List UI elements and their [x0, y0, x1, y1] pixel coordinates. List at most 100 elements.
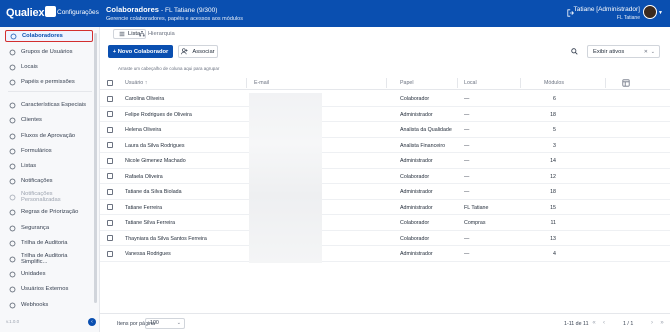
- row-checkbox[interactable]: [107, 142, 113, 148]
- column-divider[interactable]: [605, 78, 606, 88]
- sidebar-item-papeis-e-permissoes[interactable]: Papéis e permissões: [5, 76, 93, 88]
- collapse-sidebar-button[interactable]: ‹: [88, 318, 96, 326]
- cell-user: Helena Oliveira: [125, 127, 162, 133]
- sidebar-item-grupos-de-usuarios[interactable]: Grupos de Usuários: [5, 46, 93, 58]
- row-checkbox[interactable]: [107, 157, 113, 164]
- cell-role: Analista Financeiro: [400, 142, 446, 149]
- sidebar-item-formularios[interactable]: Formulários: [5, 145, 93, 157]
- sidebar-item-seguranca[interactable]: Segurança: [5, 222, 93, 234]
- sidebar-item-regras-de-priorizacao[interactable]: Regras de Priorização: [5, 206, 93, 218]
- row-checkbox[interactable]: [107, 188, 113, 195]
- brand-logo[interactable]: Qualiex: [6, 7, 45, 19]
- select-all-checkbox[interactable]: [107, 80, 113, 86]
- column-header-user[interactable]: Usuário ↑: [125, 80, 147, 86]
- associate-button[interactable]: Associar: [178, 45, 218, 58]
- cell-role: Colaborador: [400, 220, 430, 226]
- avatar[interactable]: [643, 5, 657, 19]
- table-header: Usuário ↑ E-mail Papel Local Módulos: [100, 76, 670, 90]
- table-row[interactable]: Vanessa Rodrigues Administrador — 4: [100, 246, 670, 262]
- table-row[interactable]: Tatiane Silva Ferreira Colaborador Compras…: [100, 215, 670, 231]
- table-row[interactable]: Thayniara da Silva Santos Ferreira Colabo…: [100, 231, 670, 246]
- status-filter-select[interactable]: Exibir ativos ✕ ⌄: [587, 45, 660, 58]
- email-column-redacted: [249, 93, 322, 263]
- table-row[interactable]: Felipe Rodrigues de Oliveira Administrado…: [100, 107, 670, 122]
- table-row[interactable]: Tatiane da Silva Biolada Administrador — 18: [100, 184, 670, 200]
- table-row[interactable]: Helena Oliveira Analista da Qualidade — 5: [100, 122, 670, 138]
- page-subtitle: Gerencie colaboradores, papéis e acessos…: [106, 16, 243, 22]
- cell-modules: 13: [550, 235, 556, 242]
- sidebar-item-label: Grupos de Usuários: [21, 49, 73, 55]
- cell-modules: 15: [550, 204, 556, 211]
- first-page-button[interactable]: «: [590, 318, 598, 329]
- sidebar-item-label: Colaboradores: [22, 33, 63, 39]
- page-title-count: - FL Tatiane (9/300): [161, 7, 218, 14]
- cell-role: Administrador: [400, 111, 433, 118]
- sidebar-item-listas[interactable]: Listas: [5, 160, 93, 172]
- chevron-down-icon[interactable]: ⌄: [651, 49, 655, 55]
- search-icon[interactable]: [571, 48, 578, 55]
- column-divider[interactable]: [457, 78, 458, 88]
- sidebar-item-caracteristicas-especiais[interactable]: Características Especiais: [5, 99, 93, 111]
- row-checkbox[interactable]: [107, 95, 113, 102]
- per-page-select[interactable]: 100 ⌄: [145, 318, 185, 329]
- cell-user: Laura da Silva Rodrigues: [125, 142, 185, 149]
- sidebar-item-clientes[interactable]: Clientes: [5, 114, 93, 126]
- cell-modules: 12: [550, 173, 556, 180]
- prev-page-button[interactable]: ‹: [600, 318, 608, 329]
- row-range: 1-11 de 11: [564, 321, 589, 327]
- external-user-icon: [9, 286, 16, 292]
- sidebar-item-label: Usuários Externos: [21, 286, 69, 292]
- row-checkbox[interactable]: [107, 204, 113, 210]
- row-checkbox[interactable]: [107, 111, 113, 117]
- column-header-modules[interactable]: Módulos: [544, 80, 564, 86]
- column-divider[interactable]: [520, 78, 521, 88]
- star-icon: [9, 102, 16, 108]
- cell-local: —: [464, 251, 470, 257]
- sidebar-scrollbar[interactable]: [94, 33, 97, 303]
- sidebar-item-usuarios-externos[interactable]: Usuários Externos: [5, 283, 93, 295]
- sidebar-item-locais[interactable]: Locais: [5, 61, 93, 73]
- row-checkbox[interactable]: [107, 250, 113, 257]
- cell-modules: 14: [550, 158, 556, 164]
- bell-cog-icon: [9, 194, 16, 200]
- sidebar-item-label: Listas: [21, 163, 37, 169]
- tab-hierarquia[interactable]: Hierarquia: [139, 29, 175, 39]
- new-collaborator-button[interactable]: + Novo Colaborador: [108, 45, 173, 58]
- column-header-local[interactable]: Local: [464, 80, 477, 86]
- sidebar-item-label: Notificações Personalizadas: [21, 191, 61, 203]
- table-row[interactable]: Rafaela Oliveira Colaborador — 12: [100, 169, 670, 184]
- sidebar-item-colaboradores[interactable]: Colaboradores: [5, 30, 93, 42]
- gear-logo-icon: [45, 6, 56, 17]
- clear-icon[interactable]: ✕: [644, 49, 648, 55]
- audit-icon: [9, 240, 16, 246]
- table-row[interactable]: Nicole Gimenez Machado Administrador — 14: [100, 153, 670, 169]
- sidebar-item-notificacoes[interactable]: Notificações: [5, 175, 93, 187]
- users-icon: [10, 33, 17, 39]
- cell-user: Tatiane Silva Ferreira: [125, 220, 176, 226]
- webhook-icon: [9, 302, 16, 308]
- sidebar-item-trilha-de-auditoria-simplific[interactable]: Trilha de Auditoria Simplific...: [5, 253, 93, 265]
- sidebar-item-fluxos-de-aprovacao[interactable]: Fluxos de Aprovação: [5, 130, 93, 142]
- row-checkbox[interactable]: [107, 173, 113, 179]
- row-checkbox[interactable]: [107, 235, 113, 241]
- chevron-down-icon[interactable]: ▼: [658, 10, 663, 16]
- column-divider[interactable]: [386, 78, 387, 88]
- table-row[interactable]: Tatiane Ferreira Administrador FL Tatiane 1…: [100, 200, 670, 215]
- columns-icon[interactable]: [622, 79, 630, 87]
- user-name: Tatiane [Administrador]: [573, 6, 640, 13]
- row-checkbox[interactable]: [107, 126, 113, 133]
- building-icon: [9, 271, 16, 277]
- column-header-role[interactable]: Papel: [400, 80, 414, 86]
- column-header-email[interactable]: E-mail: [254, 80, 269, 86]
- cell-modules: 11: [550, 220, 557, 226]
- sidebar-item-trilha-de-auditoria[interactable]: Trilha de Auditoria: [5, 237, 93, 249]
- sidebar-item-unidades[interactable]: Unidades: [5, 268, 93, 280]
- sidebar-item-notificacoes-personalizadas[interactable]: Notificações Personalizadas: [5, 191, 93, 203]
- sidebar-item-webhooks[interactable]: Webhooks: [5, 299, 93, 311]
- row-checkbox[interactable]: [107, 219, 113, 226]
- next-page-button[interactable]: ›: [648, 318, 656, 329]
- column-divider[interactable]: [246, 78, 247, 88]
- table-row[interactable]: Carolina Oliveira Colaborador — 6: [100, 91, 670, 107]
- last-page-button[interactable]: »: [658, 318, 666, 329]
- table-row[interactable]: Laura da Silva Rodrigues Analista Finance…: [100, 138, 670, 153]
